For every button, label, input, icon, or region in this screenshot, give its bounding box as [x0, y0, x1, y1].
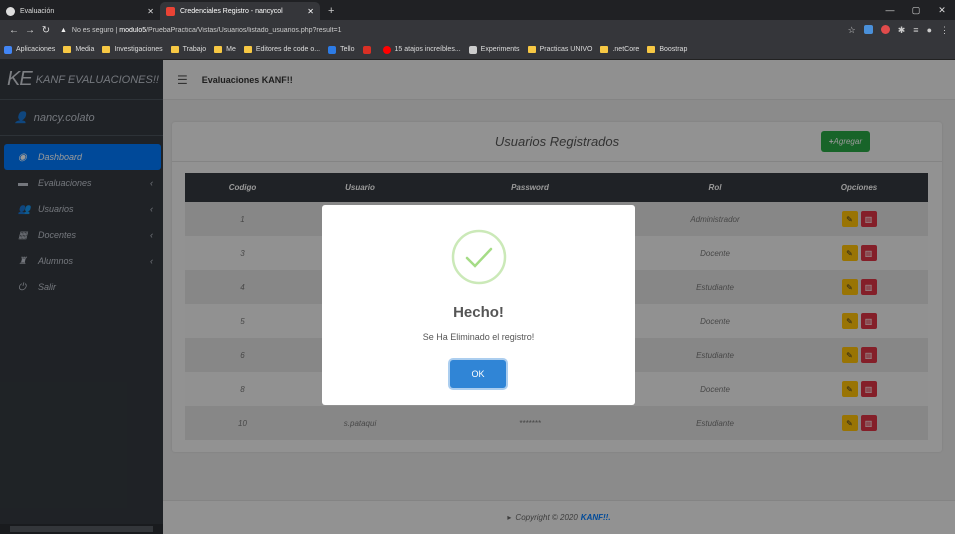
bookmark-folder[interactable]: Boostrap: [647, 46, 687, 53]
bookmark-experiments[interactable]: Experiments: [468, 45, 520, 54]
maximize-icon[interactable]: ▢: [903, 0, 929, 20]
url-path: /PruebaPractica/Vistas/Usuarios/listado_…: [146, 26, 342, 34]
bookmark-youtube[interactable]: 15 atajos increíbles...: [382, 45, 461, 54]
tab-close-icon[interactable]: ✕: [307, 7, 314, 16]
extension-icon[interactable]: [863, 24, 873, 34]
browser-tab-evaluacion[interactable]: Evaluación ✕: [0, 2, 160, 20]
bookmark-folder[interactable]: Trabajo: [170, 46, 206, 53]
reload-icon[interactable]: ↻: [38, 25, 54, 36]
bookmark-m[interactable]: [362, 45, 375, 54]
profile-icon[interactable]: ●: [927, 25, 932, 36]
folder-icon: [214, 46, 223, 53]
apps-grid-icon: [4, 45, 12, 54]
tab-favicon-icon: [6, 6, 15, 16]
media-icon[interactable]: ≡: [913, 25, 918, 36]
bookmark-folder[interactable]: Investigaciones: [102, 46, 163, 53]
extensions-area: ☆ ✱ ≡ ● ⋮: [848, 24, 949, 36]
folder-icon: [170, 46, 179, 53]
bookmark-folder[interactable]: Practicas UNIVO: [527, 46, 592, 53]
ok-button[interactable]: OK: [450, 360, 506, 388]
dialog-message: Se Ha Eliminado el registro!: [422, 332, 535, 342]
folder-icon: [102, 46, 111, 53]
star-icon[interactable]: ☆: [848, 25, 856, 36]
dialog-title: Hecho!: [453, 304, 504, 321]
tab-title: Credenciales Registro - nancycol: [180, 7, 283, 15]
bookmark-apps[interactable]: Aplicaciones: [4, 45, 55, 54]
youtube-icon: [382, 45, 391, 54]
folder-icon: [647, 46, 656, 53]
tab-close-icon[interactable]: ✕: [147, 7, 154, 16]
bookmark-folder[interactable]: Editores de code o...: [243, 46, 320, 53]
browser-tab-credenciales[interactable]: Credenciales Registro - nancycol ✕: [160, 2, 320, 20]
new-tab-button[interactable]: +: [320, 2, 342, 20]
security-warning: No es seguro: [71, 26, 114, 34]
extension-icon[interactable]: [880, 24, 890, 34]
folder-icon: [600, 46, 609, 53]
forward-icon[interactable]: →: [22, 25, 38, 36]
address-bar-row: ← → ↻ ▲ No es seguro | modulo5/PruebaPra…: [0, 20, 955, 40]
warning-icon: ▲: [60, 26, 67, 34]
puzzle-icon[interactable]: ✱: [898, 25, 906, 36]
bookmarks-bar: Aplicaciones Media Investigaciones Traba…: [0, 40, 955, 60]
success-dialog: Hecho! Se Ha Eliminado el registro! OK: [322, 205, 635, 405]
bookmark-tello[interactable]: Tello: [328, 45, 355, 54]
bookmark-folder[interactable]: Me: [214, 46, 236, 53]
browser-tab-strip: Evaluación ✕ Credenciales Registro - nan…: [0, 0, 955, 20]
bookmark-folder[interactable]: .netCore: [600, 46, 639, 53]
back-icon[interactable]: ←: [6, 25, 22, 36]
m-logo-icon: [362, 45, 371, 54]
folder-icon: [527, 46, 536, 53]
folder-icon: [63, 46, 72, 53]
trello-icon: [328, 45, 337, 54]
flask-icon: [468, 45, 477, 54]
tab-title: Evaluación: [20, 7, 55, 15]
menu-icon[interactable]: ⋮: [940, 25, 949, 36]
close-window-icon[interactable]: ✕: [929, 0, 955, 20]
folder-icon: [243, 46, 252, 53]
address-bar[interactable]: ▲ No es seguro | modulo5/PruebaPractica/…: [60, 27, 848, 34]
url-host: modulo5: [119, 26, 147, 34]
success-check-icon: [451, 229, 507, 285]
bookmark-folder[interactable]: Media: [63, 46, 94, 53]
minimize-icon[interactable]: —: [877, 0, 903, 20]
gmail-icon: [166, 6, 175, 16]
window-controls: — ▢ ✕: [877, 0, 955, 20]
